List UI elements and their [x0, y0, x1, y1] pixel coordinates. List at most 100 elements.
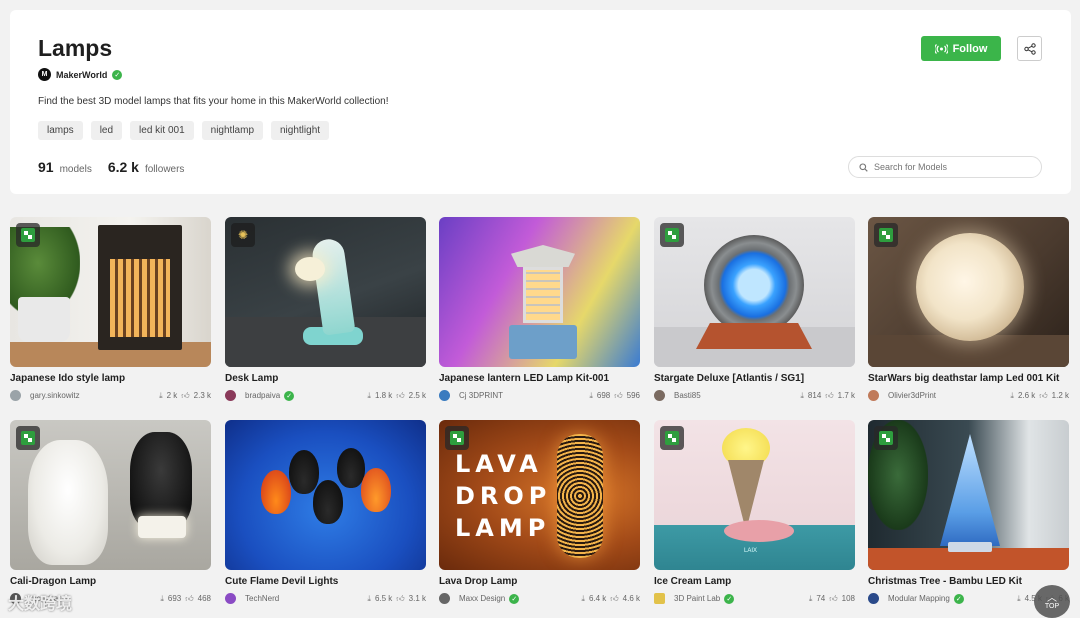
like-count: 108 [841, 594, 855, 603]
tag[interactable]: lamps [38, 121, 83, 140]
collection-header: Lamps M MakerWorld ✓ Find the best 3D mo… [10, 10, 1071, 194]
model-card[interactable]: Stargate Deluxe [Atlantis / SG1] Basti85… [654, 217, 855, 401]
model-title[interactable]: Stargate Deluxe [Atlantis / SG1] [654, 373, 855, 384]
model-card[interactable]: Christmas Tree - Bambu LED Kit Modular M… [868, 420, 1069, 604]
verified-icon: ✓ [509, 593, 520, 604]
avatar [654, 593, 665, 604]
model-title[interactable]: Cali-Dragon Lamp [10, 576, 211, 587]
download-icon: ⤓ [1017, 593, 1021, 603]
model-card[interactable]: LAVA DROP LAMP Lava Drop Lamp Maxx Desig… [439, 420, 640, 604]
model-card[interactable]: Japanese lantern LED Lamp Kit-001 Cj 3DP… [439, 217, 640, 401]
model-card[interactable]: ✺ Desk Lamp bradpaiva ✓ ⤓ 1.8 k 👍︎ 2.5 k [225, 217, 426, 401]
model-thumbnail[interactable] [225, 420, 426, 570]
download-count: 2.6 k [1017, 391, 1036, 400]
model-title[interactable]: Japanese lantern LED Lamp Kit-001 [439, 373, 640, 384]
author-name: gary.sinkowitz [30, 391, 80, 400]
model-thumbnail[interactable] [10, 420, 211, 570]
download-icon: ⤓ [800, 390, 804, 400]
tag[interactable]: led [90, 121, 123, 140]
author-name: Modular Mapping [888, 594, 950, 603]
model-thumbnail[interactable]: ✺ [225, 217, 426, 367]
download-icon: ⤓ [367, 390, 371, 400]
author-name: Olivier3dPrint [888, 391, 937, 400]
model-author[interactable]: Maxx Design ✓ [439, 593, 581, 604]
lava-text-line: LAMP [455, 514, 551, 542]
tag-list: lamps led led kit 001 nightlamp nightlig… [38, 121, 330, 140]
author-name: bradpaiva [245, 391, 281, 400]
exclusive-badge-icon [16, 223, 40, 247]
avatar [868, 593, 879, 604]
model-author[interactable]: Basti85 [654, 390, 800, 401]
flame-devil-shape [313, 480, 343, 524]
model-counts: ⤓ 1.8 k 👍︎ 2.5 k [367, 391, 426, 401]
model-author[interactable]: Olivier3dPrint [868, 390, 1010, 401]
search-input[interactable] [874, 162, 1034, 172]
like-icon: 👍︎ [185, 593, 194, 603]
model-counts: ⤓ 2 k 👍︎ 2.3 k [159, 391, 211, 401]
model-counts: ⤓ 693 👍︎ 468 [160, 594, 211, 604]
like-count: 1.7 k [837, 391, 855, 400]
verified-icon: ✓ [953, 593, 964, 604]
model-title[interactable]: StarWars big deathstar lamp Led 001 Kit [868, 373, 1069, 384]
tag[interactable]: led kit 001 [130, 121, 194, 140]
model-author[interactable]: 3D Paint Lab ✓ [654, 593, 809, 604]
model-title[interactable]: Japanese Ido style lamp [10, 373, 211, 384]
model-meta: bradpaiva ✓ ⤓ 1.8 k 👍︎ 2.5 k [225, 390, 426, 401]
model-thumbnail[interactable]: LAVA DROP LAMP [439, 420, 640, 570]
like-count: 468 [197, 594, 211, 603]
followers-count: 6.2 k [107, 159, 139, 175]
model-author[interactable]: gary.sinkowitz [10, 390, 159, 401]
lamp-glow-shape [110, 259, 170, 337]
share-button[interactable] [1017, 36, 1042, 61]
like-icon: 👍︎ [396, 593, 405, 603]
exclusive-badge-icon [16, 426, 40, 450]
like-icon: 👍︎ [1039, 390, 1048, 400]
download-icon: ⤓ [589, 390, 593, 400]
model-thumbnail[interactable] [868, 420, 1069, 570]
scroll-to-top-button[interactable]: ︿ TOP [1034, 585, 1070, 618]
author-name: TechNerd [245, 594, 280, 603]
lantern-roof-shape [511, 245, 575, 267]
model-thumbnail[interactable] [10, 217, 211, 367]
avatar [225, 593, 236, 604]
download-count: 74 [816, 594, 826, 603]
like-count: 3.1 k [408, 594, 426, 603]
model-title[interactable]: Lava Drop Lamp [439, 576, 640, 587]
like-count: 2.5 k [408, 391, 426, 400]
download-icon: ⤓ [159, 390, 163, 400]
follow-button[interactable]: Follow [921, 36, 1001, 61]
lamp-head-shape [295, 257, 325, 281]
model-author[interactable]: bradpaiva ✓ [225, 390, 367, 401]
model-thumbnail[interactable]: LAIX [654, 420, 855, 570]
model-card[interactable]: LAIX Ice Cream Lamp 3D Paint Lab ✓ ⤓ 74 👍… [654, 420, 855, 604]
like-icon: 👍︎ [396, 390, 405, 400]
ice-cream-label: LAIX [744, 548, 758, 554]
deathstar-globe-shape [916, 233, 1024, 341]
owner-info[interactable]: M MakerWorld ✓ [38, 68, 123, 81]
model-thumbnail[interactable] [439, 217, 640, 367]
model-title[interactable]: Ice Cream Lamp [654, 576, 855, 587]
model-title[interactable]: Cute Flame Devil Lights [225, 576, 426, 587]
download-icon: ⤓ [1010, 390, 1014, 400]
model-meta: Basti85 ⤓ 814 👍︎ 1.7 k [654, 390, 855, 401]
model-counts: ⤓ 2.6 k 👍︎ 1.2 k [1010, 391, 1069, 401]
model-card[interactable]: StarWars big deathstar lamp Led 001 Kit … [868, 217, 1069, 401]
model-author[interactable]: TechNerd [225, 593, 367, 604]
tag[interactable]: nightlamp [201, 121, 263, 140]
model-author[interactable]: Cj 3DPRINT [439, 390, 589, 401]
model-author[interactable]: Modular Mapping ✓ [868, 593, 1017, 604]
model-thumbnail[interactable] [654, 217, 855, 367]
model-thumbnail[interactable] [868, 217, 1069, 367]
model-card[interactable]: Cute Flame Devil Lights TechNerd ⤓ 6.5 k … [225, 420, 426, 604]
avatar [10, 390, 21, 401]
collection-stats: 91 models 6.2 k followers [38, 159, 194, 175]
model-card[interactable]: Japanese Ido style lamp gary.sinkowitz ⤓… [10, 217, 211, 401]
model-card[interactable]: Cali-Dragon Lamp mcgybar ⤓ 693 👍︎ 468 [10, 420, 211, 604]
owner-name[interactable]: MakerWorld [56, 70, 107, 80]
model-title[interactable]: Desk Lamp [225, 373, 426, 384]
download-count: 1.8 k [374, 391, 393, 400]
tag[interactable]: nightlight [271, 121, 330, 140]
avatar [439, 390, 450, 401]
search-box[interactable] [848, 156, 1042, 178]
model-title[interactable]: Christmas Tree - Bambu LED Kit [868, 576, 1069, 587]
